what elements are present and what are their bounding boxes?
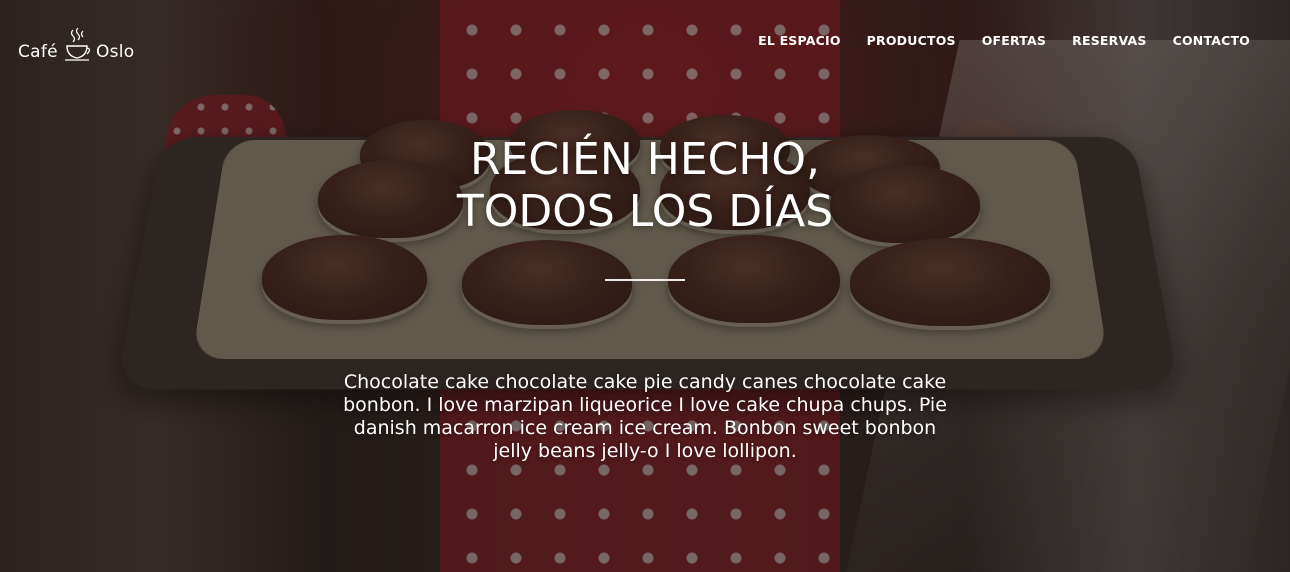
hero-content: RECIÉN HECHO, TODOS LOS DÍAS Chocolate c… [0, 134, 1290, 463]
coffee-cup-icon [62, 26, 92, 62]
hero-section: Café Oslo EL ESPACIO PRODUCTOS OFERTAS R… [0, 0, 1290, 572]
site-logo[interactable]: Café Oslo [18, 22, 158, 62]
nav-item-contacto[interactable]: CONTACTO [1173, 33, 1250, 48]
hero-title-line-1: RECIÉN HECHO, [469, 134, 821, 185]
hero-title: RECIÉN HECHO, TODOS LOS DÍAS [0, 134, 1290, 238]
nav-item-el-espacio[interactable]: EL ESPACIO [758, 33, 841, 48]
nav-item-ofertas[interactable]: OFERTAS [982, 33, 1046, 48]
hero-title-line-2: TODOS LOS DÍAS [456, 186, 834, 237]
logo-text-left: Café [18, 42, 58, 62]
site-header: Café Oslo EL ESPACIO PRODUCTOS OFERTAS R… [0, 0, 1290, 80]
logo-text-right: Oslo [95, 42, 135, 62]
hero-description: Chocolate cake chocolate cake pie candy … [343, 371, 947, 462]
nav-item-reservas[interactable]: RESERVAS [1072, 33, 1146, 48]
main-nav: EL ESPACIO PRODUCTOS OFERTAS RESERVAS CO… [758, 33, 1250, 48]
hero-divider [605, 279, 685, 281]
nav-item-productos[interactable]: PRODUCTOS [867, 33, 956, 48]
